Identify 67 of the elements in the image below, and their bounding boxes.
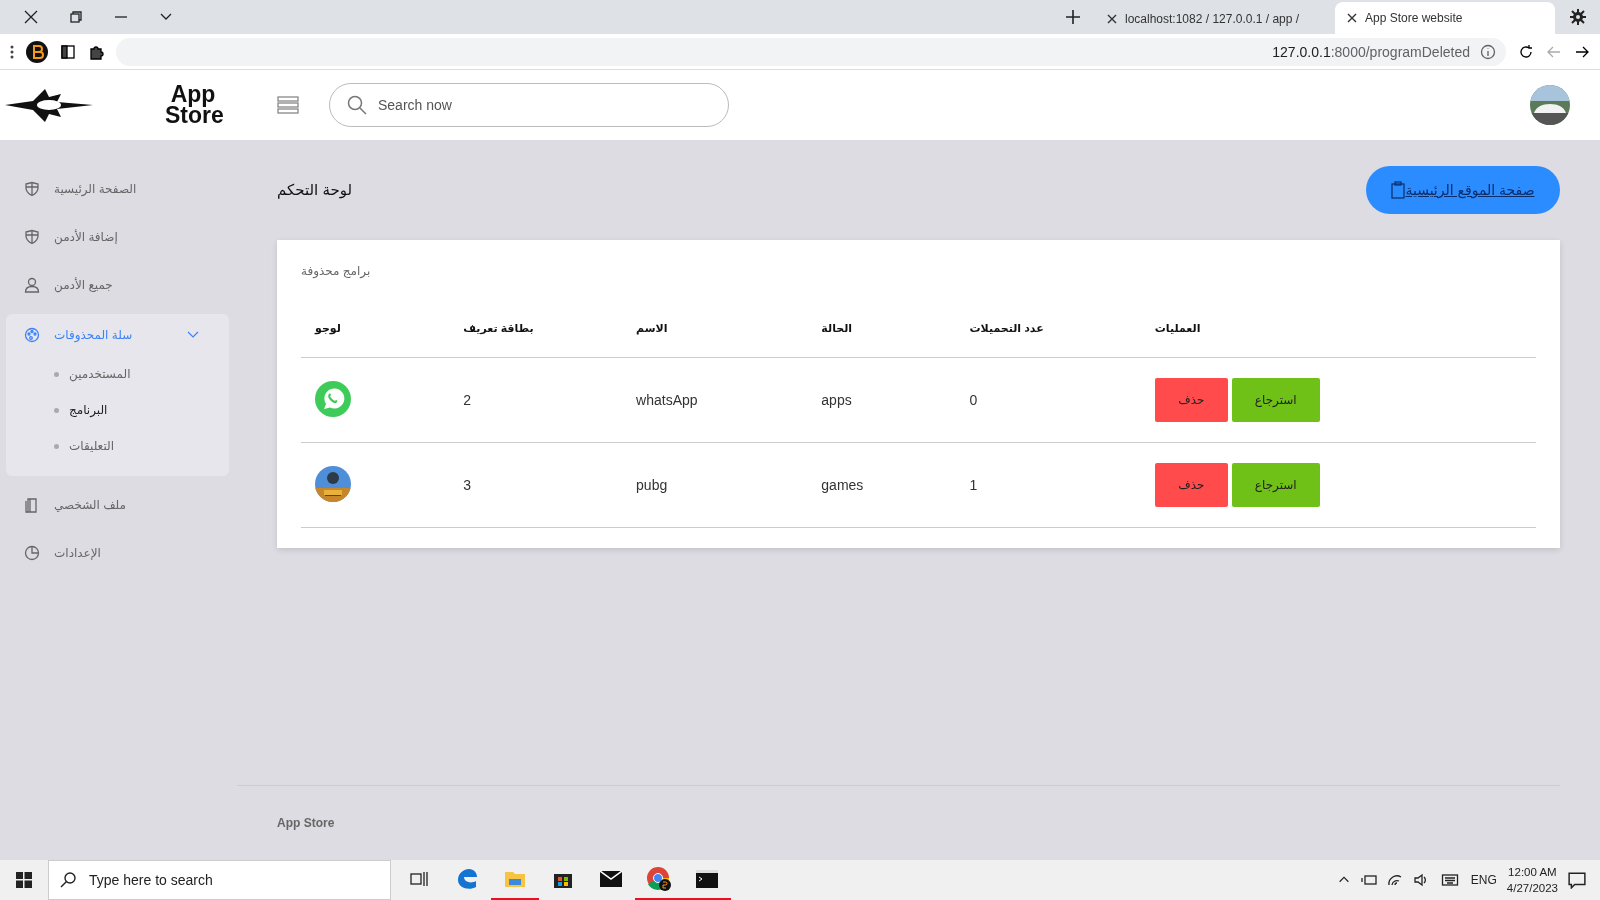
table-cell: apps bbox=[807, 357, 956, 443]
sidebar-item[interactable]: إضافة الأدمن bbox=[6, 214, 229, 260]
whatsapp-logo-icon bbox=[315, 380, 351, 417]
page-title: لوحة التحكم bbox=[277, 181, 352, 199]
home-page-button[interactable]: صفحة الموقع الرئيسية bbox=[1366, 166, 1560, 214]
sidebar-item[interactable]: الإعدادات bbox=[6, 530, 229, 576]
column-header: الحالة bbox=[807, 322, 956, 358]
palette-icon bbox=[24, 327, 40, 343]
puzzle-icon[interactable] bbox=[88, 43, 104, 60]
sidebar-subitem[interactable]: البرنامج bbox=[6, 392, 229, 428]
shield-icon bbox=[24, 181, 40, 197]
brand-title[interactable]: App Store bbox=[165, 84, 221, 126]
side-panel-icon[interactable] bbox=[60, 43, 76, 60]
sidebar-item[interactable]: الصفحة الرئيسية bbox=[6, 166, 229, 212]
wifi-icon[interactable] bbox=[1386, 872, 1403, 888]
bullet-icon bbox=[54, 443, 59, 449]
document-icon bbox=[24, 497, 40, 513]
column-header: الاسم bbox=[622, 322, 808, 358]
sidebar-item[interactable]: ملف الشخصي bbox=[6, 482, 229, 528]
table-cell: pubg bbox=[622, 442, 808, 528]
battery-icon[interactable] bbox=[1360, 872, 1377, 888]
shield-icon bbox=[24, 229, 40, 245]
column-header: بطاقة تعريف bbox=[449, 322, 623, 358]
sidebar-item[interactable]: جميع الأدمن bbox=[6, 262, 229, 308]
column-header: العمليات bbox=[1140, 322, 1536, 358]
browser-tab[interactable]: localhost:1082 / 127.0.0.1 / app / bbox=[1095, 4, 1335, 34]
game-logo-icon bbox=[315, 465, 351, 502]
table-cell: 1 bbox=[955, 442, 1141, 528]
avatar[interactable] bbox=[1530, 85, 1570, 125]
delete-button[interactable]: حذف bbox=[1154, 378, 1228, 422]
extension-badge-icon[interactable] bbox=[26, 40, 48, 63]
close-icon[interactable] bbox=[1347, 13, 1357, 23]
restore-button[interactable]: استرجاع bbox=[1231, 463, 1320, 507]
search-field[interactable]: Search now bbox=[329, 83, 729, 127]
table-cell: whatsApp bbox=[622, 357, 808, 443]
info-icon bbox=[1480, 43, 1496, 60]
search-icon bbox=[347, 95, 367, 115]
table-cell: 2 bbox=[449, 357, 623, 443]
card-caption: برامج محذوفة bbox=[301, 264, 372, 278]
user-icon bbox=[24, 277, 40, 293]
search-icon bbox=[60, 872, 76, 888]
delete-button[interactable]: حذف bbox=[1154, 463, 1228, 507]
notification-icon[interactable] bbox=[1568, 871, 1586, 889]
taskbar-search-field[interactable]: Type here to search bbox=[48, 860, 391, 900]
sidebar-item[interactable]: سلة المحذوفات bbox=[6, 314, 229, 356]
browser-tab[interactable]: App Store website bbox=[1335, 2, 1555, 34]
windows-start-icon[interactable] bbox=[16, 872, 32, 888]
bullet-icon bbox=[54, 407, 59, 413]
clipboard-icon bbox=[1391, 181, 1406, 199]
bullet-icon bbox=[54, 371, 59, 377]
table-cell: 3 bbox=[449, 442, 623, 528]
sidebar-subitem[interactable]: التعليقات bbox=[6, 428, 229, 464]
table-cell: games bbox=[807, 442, 956, 528]
table-cell: 0 bbox=[955, 357, 1141, 443]
column-header: عدد التحميلات bbox=[955, 322, 1141, 358]
close-icon[interactable] bbox=[1107, 14, 1117, 24]
volume-icon[interactable] bbox=[1412, 872, 1429, 888]
clock[interactable]: 12:00 AM 4/27/2023 bbox=[1506, 864, 1558, 896]
url-text[interactable]: 127.0.0.1:8000/programDeleted bbox=[1272, 43, 1470, 60]
column-header: لوجو bbox=[301, 322, 450, 358]
reload-icon[interactable] bbox=[1518, 43, 1534, 60]
sidebar-subitem[interactable]: المستخدمين bbox=[6, 356, 229, 392]
menu-icon[interactable] bbox=[277, 96, 299, 114]
restore-button[interactable]: استرجاع bbox=[1231, 378, 1320, 422]
pie-chart-icon bbox=[24, 545, 40, 561]
more-icon[interactable] bbox=[10, 44, 14, 59]
language-indicator[interactable]: ENG bbox=[1470, 873, 1497, 887]
